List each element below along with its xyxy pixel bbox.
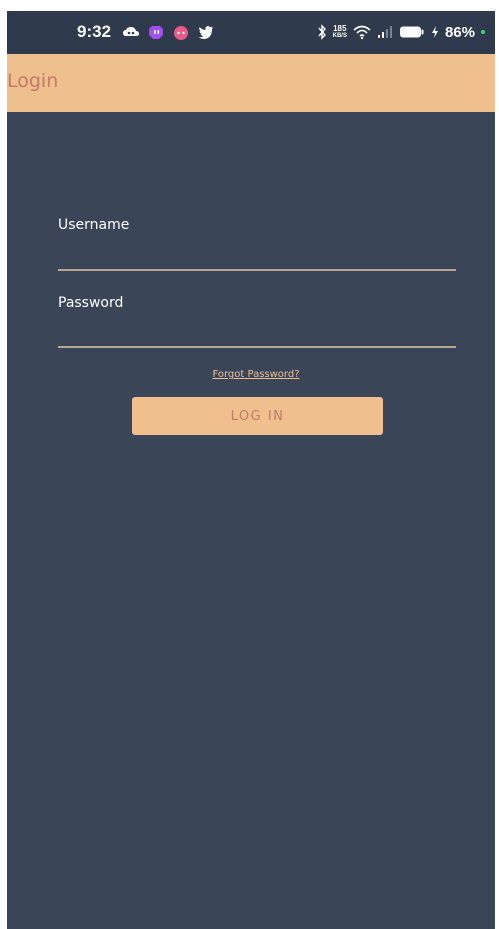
network-speed-value: 185 (333, 23, 347, 33)
twitch-icon (149, 26, 164, 39)
username-label: Username (58, 217, 130, 233)
clock-time: 9:32 (77, 22, 112, 41)
signal-icon (377, 26, 392, 38)
wifi-icon (353, 25, 371, 40)
bluetooth-icon (318, 24, 326, 40)
reddit-icon (174, 26, 189, 40)
app-bar: Login (7, 54, 495, 112)
status-bar: 9:32 185 KB/S 86% (7, 11, 495, 54)
charging-icon (431, 26, 438, 38)
network-speed-unit: KB/S (332, 32, 347, 39)
login-button[interactable]: LOG IN (132, 397, 383, 435)
privacy-dot (481, 30, 485, 34)
phone-screen: 9:32 185 KB/S 86% Login Username Passwor… (7, 11, 495, 929)
page-title: Login (7, 70, 59, 92)
twitter-icon (198, 26, 214, 39)
status-left: 9:32 (77, 21, 215, 43)
status-right: 185 KB/S 86% (317, 21, 485, 43)
forgot-password-link[interactable]: Forgot Password? (7, 369, 495, 380)
network-speed: 185 KB/S (332, 23, 347, 40)
battery-percent: 86% (444, 23, 475, 41)
cloud-icon (123, 27, 140, 36)
password-label: Password (58, 295, 124, 311)
password-input[interactable] (58, 318, 456, 348)
battery-icon (399, 26, 424, 38)
username-input[interactable] (58, 241, 456, 271)
